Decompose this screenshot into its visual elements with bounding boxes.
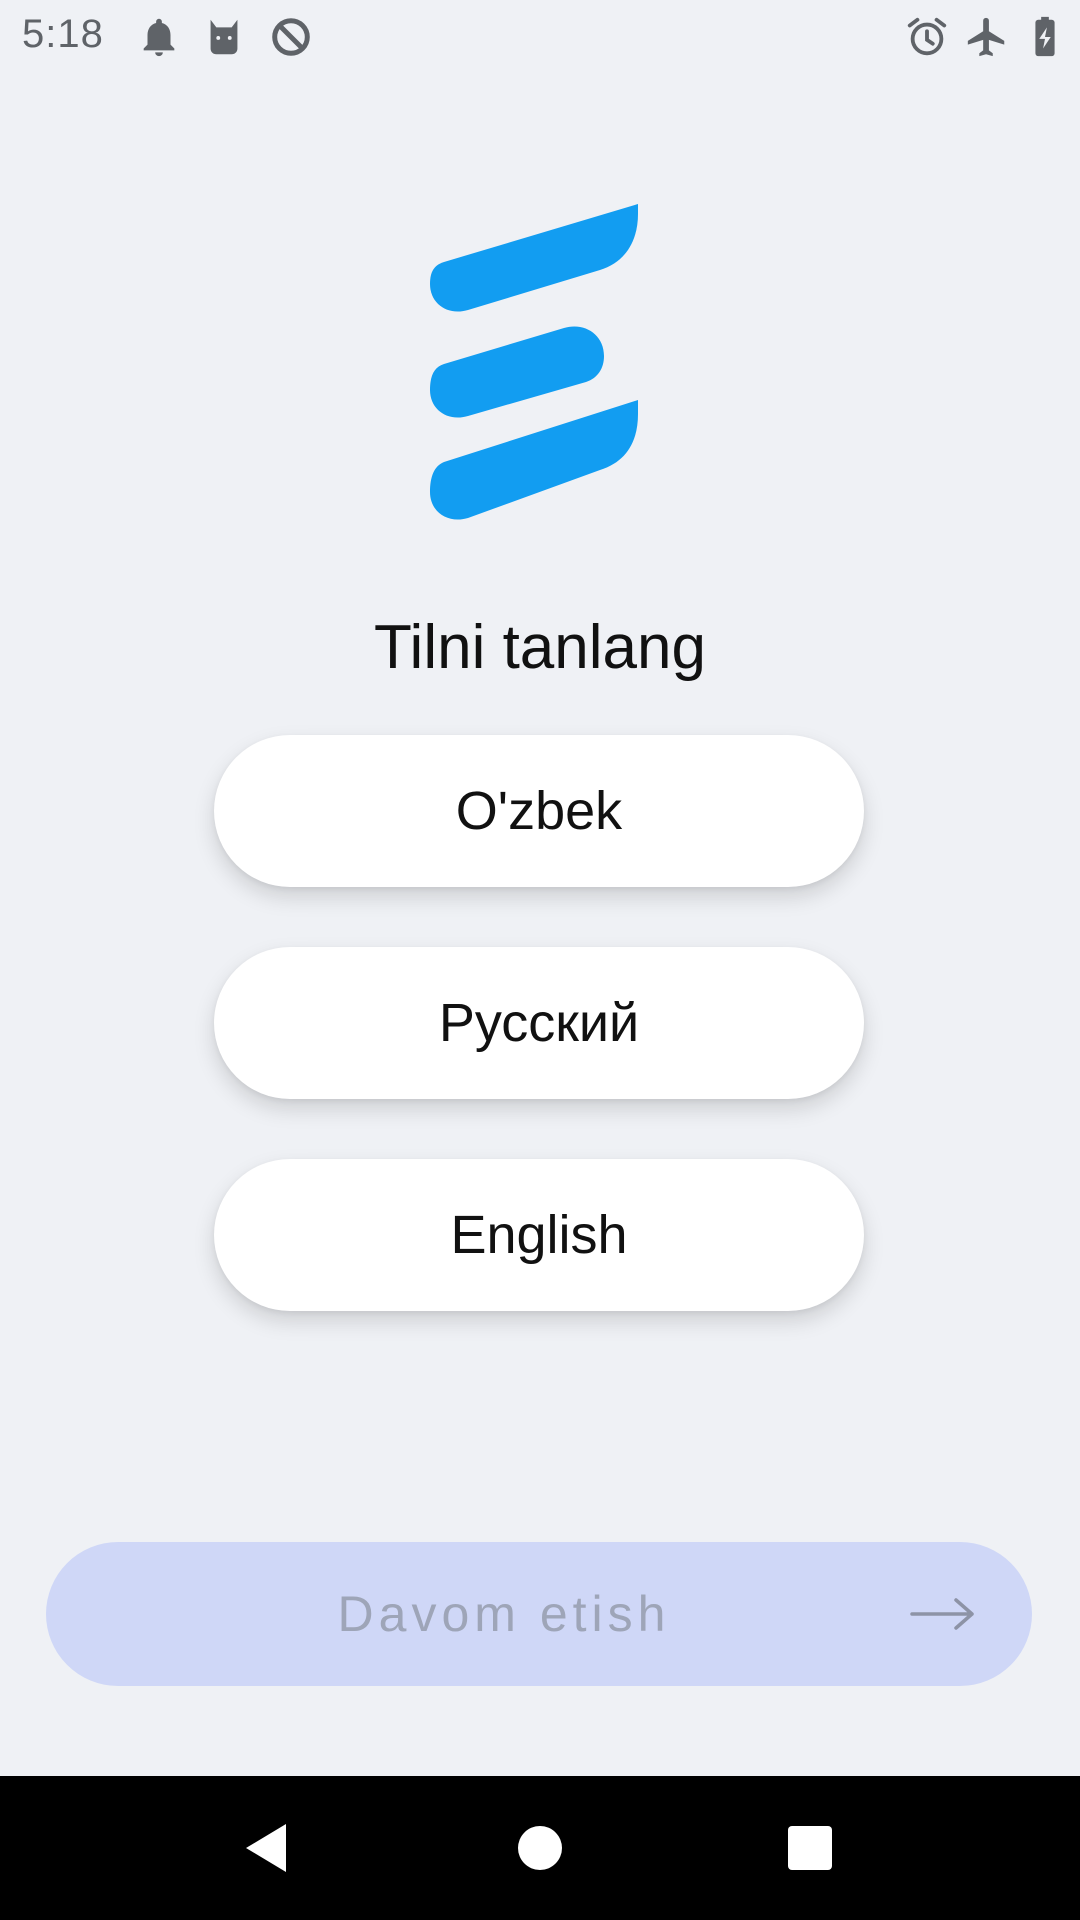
continue-button-label: Davom etish [337, 1586, 671, 1642]
bell-icon [136, 14, 182, 60]
status-time: 5:18 [22, 12, 104, 56]
data-saver-icon [268, 14, 314, 60]
recents-icon[interactable] [780, 1818, 840, 1878]
language-button-russian[interactable]: Русский [214, 947, 864, 1099]
back-icon[interactable] [238, 1818, 298, 1878]
language-button-english[interactable]: English [214, 1159, 864, 1311]
home-icon[interactable] [510, 1818, 570, 1878]
page-title: Tilni tanlang [373, 613, 706, 682]
navigation-bar [0, 1776, 1080, 1920]
app-logo-icon [420, 200, 650, 530]
continue-button[interactable]: Davom etish [46, 1542, 1032, 1686]
status-bar: 5:18 [0, 0, 1080, 74]
language-button-uzbek[interactable]: O'zbek [214, 735, 864, 887]
airplane-icon [964, 14, 1010, 60]
battery-charging-icon [1022, 14, 1068, 60]
alarm-icon [904, 14, 950, 60]
arrow-right-icon [908, 1592, 978, 1636]
cat-icon [201, 14, 247, 60]
